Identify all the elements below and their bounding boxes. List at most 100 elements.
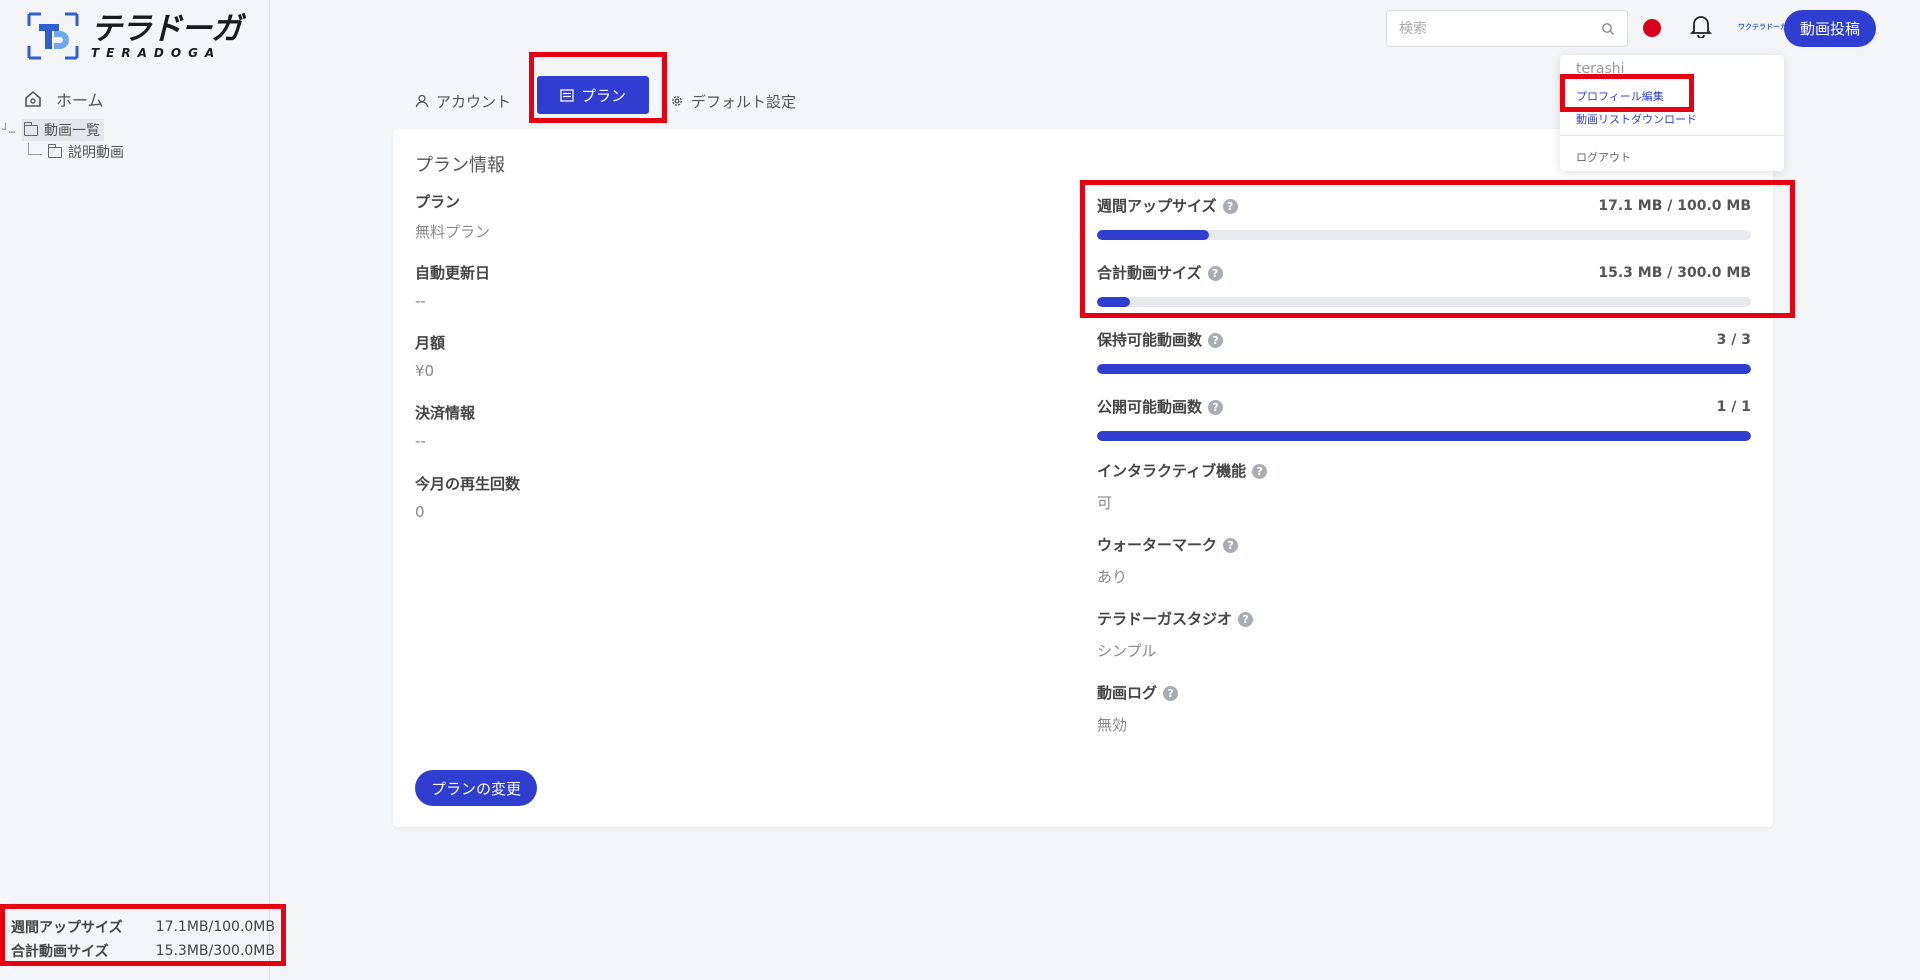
info-value: 無料プラン bbox=[415, 223, 491, 241]
meter-amount: 15.3 MB / 300.0 MB bbox=[1598, 264, 1751, 281]
teradoga-logo-icon bbox=[27, 12, 79, 60]
folder-icon bbox=[24, 121, 38, 136]
tab-plan[interactable]: プラン bbox=[537, 76, 649, 114]
sidebar: テラドーガ TERADOGA ホーム ┘… 動画一覧 説明動画 週間アップサイズ… bbox=[0, 0, 286, 980]
menu-item-video-list-download[interactable]: 動画リストダウンロード bbox=[1576, 111, 1697, 127]
language-flag-icon[interactable] bbox=[1643, 19, 1661, 37]
usage-label: 合計動画サイズ bbox=[11, 944, 109, 960]
logo-name-jp: テラドーガ bbox=[91, 10, 242, 47]
folder-icon bbox=[48, 143, 62, 158]
progress-bar bbox=[1097, 364, 1751, 374]
feature-value: あり bbox=[1097, 568, 1128, 586]
meter-label: 公開可能動画数 bbox=[1097, 398, 1203, 416]
feature-label: 動画ログ bbox=[1097, 684, 1158, 702]
progress-fill bbox=[1097, 431, 1751, 441]
feature-label: テラドーガスタジオ bbox=[1097, 610, 1233, 628]
info-label: 今月の再生回数 bbox=[415, 475, 521, 493]
usage-value: 17.1MB/100.0MB bbox=[155, 919, 275, 935]
meter-label: 週間アップサイズ bbox=[1097, 197, 1217, 215]
tab-account[interactable]: アカウント bbox=[415, 84, 511, 118]
help-icon[interactable]: ? bbox=[1252, 464, 1268, 479]
feature-label: ウォーターマーク bbox=[1097, 536, 1218, 554]
usage-label: 週間アップサイズ bbox=[11, 920, 123, 936]
meter-weekly-upload: 週間アップサイズ? 17.1 MB / 100.0 MB bbox=[1097, 195, 1751, 240]
help-icon[interactable]: ? bbox=[1163, 686, 1179, 701]
sidebar-item-home[interactable]: ホーム bbox=[24, 87, 104, 111]
info-payment: 決済情報 -- bbox=[415, 402, 475, 450]
notification-bell-icon[interactable] bbox=[1690, 14, 1712, 38]
help-icon[interactable]: ? bbox=[1238, 612, 1254, 627]
tab-default-settings-label: デフォルト設定 bbox=[691, 92, 797, 111]
info-monthly-fee: 月額 ¥0 bbox=[415, 332, 445, 380]
meter-label: 合計動画サイズ bbox=[1097, 264, 1202, 282]
card-title: プラン情報 bbox=[415, 155, 505, 176]
search-box bbox=[1386, 10, 1628, 47]
tree-connector bbox=[28, 143, 42, 155]
search-input[interactable] bbox=[1399, 20, 1601, 37]
change-plan-button[interactable]: プランの変更 bbox=[415, 770, 538, 806]
menu-item-profile-edit[interactable]: プロフィール編集 bbox=[1576, 88, 1664, 104]
feature-studio: テラドーガスタジオ? シンプル bbox=[1097, 608, 1254, 661]
help-icon[interactable]: ? bbox=[1207, 266, 1223, 281]
feature-value: シンプル bbox=[1097, 642, 1157, 660]
usage-row: 週間アップサイズ 17.1MB/100.0MB bbox=[11, 915, 275, 939]
progress-bar bbox=[1097, 230, 1751, 240]
feature-value: 可 bbox=[1097, 494, 1113, 512]
logo-name-en: TERADOGA bbox=[91, 45, 222, 60]
meter-label: 保持可能動画数 bbox=[1097, 331, 1203, 349]
tree-item-explainer[interactable]: 説明動画 bbox=[0, 141, 124, 163]
sidebar-usage-summary: 週間アップサイズ 17.1MB/100.0MB 合計動画サイズ 15.3MB/3… bbox=[0, 904, 286, 966]
info-value: -- bbox=[415, 292, 426, 310]
help-icon[interactable]: ? bbox=[1208, 400, 1224, 415]
info-monthly-plays: 今月の再生回数 0 bbox=[415, 473, 520, 521]
usage-row: 合計動画サイズ 15.3MB/300.0MB bbox=[11, 939, 275, 963]
folder-tree: ┘… 動画一覧 説明動画 bbox=[0, 119, 124, 163]
tab-default-settings[interactable]: デフォルト設定 bbox=[670, 84, 796, 118]
info-label: 自動更新日 bbox=[415, 264, 491, 282]
progress-bar bbox=[1097, 297, 1751, 307]
user-menu-dropdown: terashi プロフィール編集 動画リストダウンロード ログアウト bbox=[1560, 55, 1784, 171]
feature-label: インタラクティブ機能 bbox=[1097, 462, 1247, 480]
progress-fill bbox=[1097, 364, 1751, 374]
help-icon[interactable]: ? bbox=[1223, 538, 1239, 553]
info-value: 0 bbox=[415, 503, 425, 521]
user-icon bbox=[415, 94, 429, 108]
progress-fill bbox=[1097, 297, 1131, 307]
info-label: 月額 bbox=[415, 334, 446, 352]
sidebar-item-home-label: ホーム bbox=[56, 91, 104, 110]
logo[interactable]: テラドーガ TERADOGA bbox=[27, 10, 242, 60]
meter-amount: 3 / 3 bbox=[1716, 331, 1751, 348]
progress-bar bbox=[1097, 431, 1751, 441]
usage-value: 15.3MB/300.0MB bbox=[155, 943, 275, 959]
meter-total-size: 合計動画サイズ? 15.3 MB / 300.0 MB bbox=[1097, 262, 1751, 307]
tab-account-label: アカウント bbox=[436, 92, 512, 111]
upload-video-button[interactable]: 動画投稿 bbox=[1784, 10, 1876, 47]
dropdown-divider bbox=[1560, 135, 1784, 136]
info-value: ¥0 bbox=[415, 362, 435, 380]
info-value: -- bbox=[415, 432, 426, 450]
plan-info-card: プラン情報 プラン 無料プラン 自動更新日 -- 月額 ¥0 決済情報 -- 今… bbox=[393, 129, 1773, 827]
progress-fill bbox=[1097, 230, 1209, 240]
gear-icon bbox=[672, 96, 682, 106]
avatar[interactable]: ワクテラドーガ bbox=[1738, 22, 1787, 32]
meter-publishable-videos: 公開可能動画数? 1 / 1 bbox=[1097, 396, 1751, 441]
info-renewal-date: 自動更新日 -- bbox=[415, 262, 490, 310]
tree-item-explainer-label: 説明動画 bbox=[68, 145, 124, 161]
tree-item-video-list-label: 動画一覧 bbox=[44, 123, 100, 139]
search-icon[interactable] bbox=[1601, 22, 1615, 36]
info-label: 決済情報 bbox=[415, 404, 476, 422]
tree-expand-icon[interactable]: ┘… bbox=[2, 123, 15, 136]
feature-interactive: インタラクティブ機能? 可 bbox=[1097, 460, 1268, 513]
menu-item-logout[interactable]: ログアウト bbox=[1576, 149, 1631, 165]
meter-amount: 17.1 MB / 100.0 MB bbox=[1598, 197, 1751, 214]
info-label: プラン bbox=[415, 193, 461, 211]
home-icon bbox=[25, 90, 41, 107]
help-icon[interactable]: ? bbox=[1208, 333, 1224, 348]
feature-value: 無効 bbox=[1097, 716, 1128, 734]
card-icon bbox=[560, 88, 574, 102]
feature-watermark: ウォーターマーク? あり bbox=[1097, 534, 1239, 587]
info-plan: プラン 無料プラン bbox=[415, 191, 490, 242]
help-icon[interactable]: ? bbox=[1222, 199, 1238, 214]
tree-item-video-list[interactable]: ┘… 動画一覧 bbox=[0, 119, 124, 141]
feature-video-log: 動画ログ? 無効 bbox=[1097, 682, 1179, 735]
